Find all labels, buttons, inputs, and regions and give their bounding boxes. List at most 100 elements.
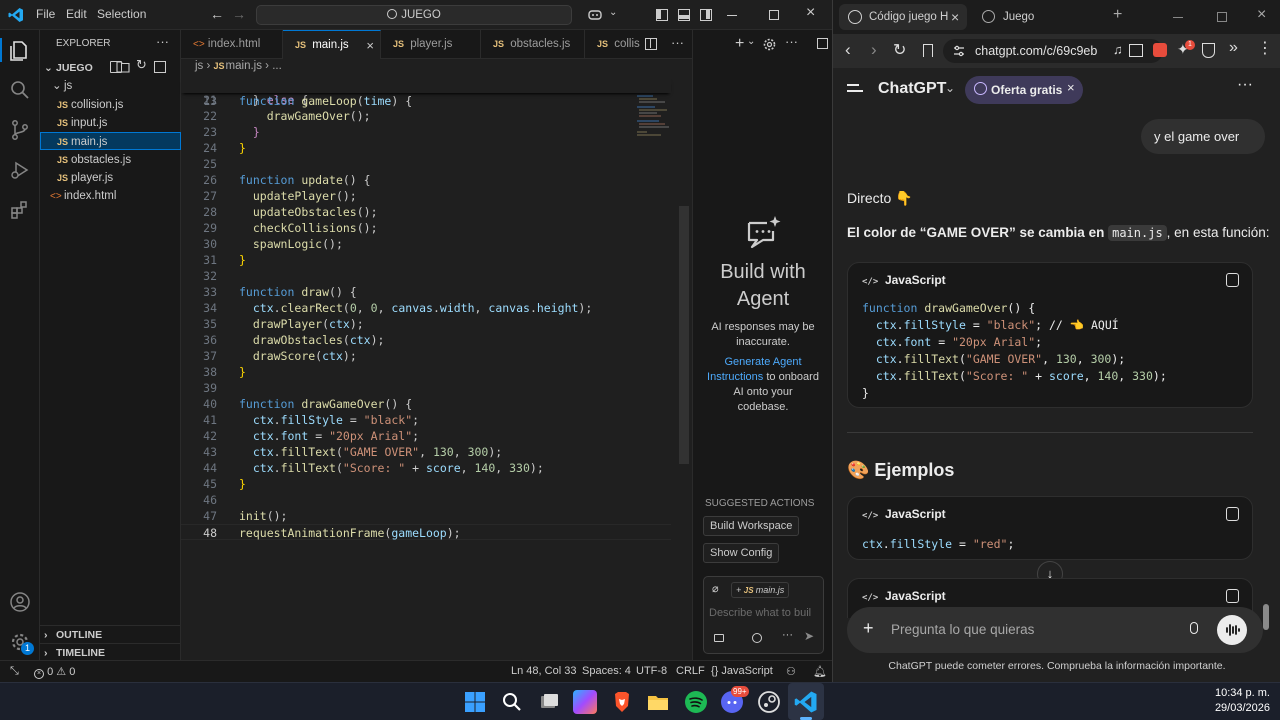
collapse-all-icon[interactable] (154, 61, 166, 73)
copilot-icon[interactable] (588, 8, 602, 22)
taskbar-search-icon[interactable] (500, 690, 524, 714)
language-mode[interactable]: {} JavaScript (711, 665, 773, 677)
maximize-icon[interactable] (769, 10, 779, 20)
windows-start-icon[interactable] (463, 690, 487, 714)
browser-tab-chatgpt[interactable]: Código juego H × (839, 4, 967, 30)
chevron-down-icon[interactable]: ⌄ (747, 36, 755, 47)
search-icon[interactable] (8, 78, 32, 102)
back-icon[interactable]: ‹ (845, 40, 851, 60)
breadcrumb-js[interactable]: js (195, 60, 203, 72)
browser-menu-icon[interactable]: ⋮ (1257, 38, 1273, 58)
forward-arrow-icon[interactable]: → (232, 6, 246, 22)
agent-input[interactable]: Describe what to buil (709, 607, 811, 619)
file-obstacles-js[interactable]: JS obstacles.js (40, 151, 181, 169)
menu-selection[interactable]: Selection (97, 7, 146, 21)
forward-icon[interactable]: › (871, 40, 877, 60)
close-window-icon[interactable]: × (806, 4, 815, 22)
extensions-icon[interactable] (8, 198, 32, 222)
indentation[interactable]: Spaces: 4 (582, 665, 631, 677)
breadcrumb-symbol[interactable]: ... (272, 60, 282, 72)
minimize-icon[interactable] (1173, 17, 1183, 18)
code-editor[interactable]: requestAnimationFrame(gameLoop); 21 } el… (181, 79, 671, 569)
send-icon[interactable]: ➤ (804, 629, 814, 643)
more-actions-icon[interactable]: ··· (156, 34, 169, 49)
timeline-section[interactable]: › TIMELINE (40, 643, 181, 661)
remote-icon[interactable]: ⤡ (10, 665, 19, 678)
show-config-button[interactable]: Show Config (703, 543, 780, 563)
reader-mode-icon[interactable] (1129, 44, 1143, 57)
tab-obstacles-js[interactable]: JS obstacles.js (481, 30, 585, 59)
reload-icon[interactable]: ↻ (893, 40, 906, 60)
sidebar-menu-icon[interactable] (847, 84, 863, 94)
new-folder-icon[interactable] (116, 60, 130, 73)
settings-gear-icon[interactable] (763, 38, 776, 51)
notifications-bell-icon[interactable]: 🔔︎ (813, 665, 827, 678)
file-main-js[interactable]: JS main.js (40, 132, 181, 150)
editor-more-actions-icon[interactable]: ··· (671, 35, 684, 50)
menu-edit[interactable]: Edit (66, 7, 87, 21)
model-switcher[interactable]: ChatGPT (878, 80, 946, 98)
encoding[interactable]: UTF-8 (636, 665, 667, 677)
new-chat-icon[interactable]: + (735, 35, 744, 53)
toggle-panel-icon[interactable] (678, 9, 690, 21)
close-window-icon[interactable]: × (1257, 6, 1266, 24)
brave-browser-icon[interactable] (610, 690, 634, 714)
copilot-status-icon[interactable]: ⚇ (786, 665, 796, 678)
end-of-line[interactable]: CRLF (676, 665, 705, 677)
maximize-icon[interactable] (1217, 12, 1227, 22)
account-icon[interactable] (8, 590, 32, 614)
agent-chat-input-box[interactable]: ⌀ + JS main.js Describe what to buil ··· … (703, 576, 824, 654)
page-scrollbar[interactable] (1263, 604, 1269, 630)
browser-tab-juego[interactable]: Juego (973, 4, 1093, 30)
cursor-position[interactable]: Ln 48, Col 33 (511, 665, 576, 677)
conversation-options-icon[interactable]: ··· (1237, 76, 1253, 94)
file-explorer-icon[interactable] (646, 690, 670, 714)
add-attachment-icon[interactable]: + (863, 618, 874, 639)
prompt-composer[interactable]: + Pregunta lo que quieras (847, 607, 1263, 653)
refresh-icon[interactable]: ↻ (136, 57, 147, 73)
attach-icon[interactable]: ⌀ (712, 582, 719, 595)
explorer-icon[interactable] (8, 39, 32, 63)
copy-code-icon[interactable] (1226, 273, 1239, 287)
file-input-js[interactable]: JS input.js (40, 114, 181, 132)
sticky-scroll-line[interactable]: 13 function gameLoop(time) { (181, 77, 671, 108)
close-offer-icon[interactable]: × (1067, 80, 1075, 95)
chevron-down-icon[interactable]: ⌄ (945, 81, 955, 95)
file-player-js[interactable]: JS player.js (40, 169, 181, 187)
extension-red-icon[interactable] (1153, 43, 1167, 57)
shield-icon[interactable] (1202, 43, 1215, 58)
chevron-down-icon[interactable]: ⌄ (609, 7, 617, 18)
context-chip[interactable]: + JS main.js (731, 582, 790, 598)
minimize-icon[interactable] (727, 15, 737, 16)
toggle-secondary-sidebar-icon[interactable] (700, 9, 712, 21)
clock-date[interactable]: 29/03/2026 (1170, 702, 1270, 714)
problems-status[interactable]: × 0 ⚠ 0 (34, 665, 75, 679)
folder-js[interactable]: ⌄ js (40, 77, 181, 95)
back-arrow-icon[interactable]: ← (210, 6, 224, 22)
tab-index-html[interactable]: <> index.html (181, 30, 283, 59)
editor-scrollbar[interactable] (679, 206, 689, 464)
copy-code-icon[interactable] (1226, 507, 1239, 521)
spotify-icon[interactable] (684, 690, 708, 714)
voice-mode-button[interactable] (1217, 615, 1247, 645)
task-view-icon[interactable] (537, 690, 561, 714)
media-icon[interactable]: ♫ (1113, 42, 1123, 57)
free-offer-chip[interactable]: Oferta gratis × (965, 76, 1083, 104)
build-workspace-button[interactable]: Build Workspace (703, 516, 800, 536)
close-tab-icon[interactable]: × (951, 4, 959, 30)
site-settings-icon[interactable] (953, 45, 965, 57)
tab-collision-js[interactable]: JS collis (585, 30, 645, 59)
copilot-app-icon[interactable] (573, 690, 597, 714)
menu-file[interactable]: File (36, 7, 55, 21)
model-picker-icon[interactable] (752, 633, 762, 643)
steam-icon[interactable] (757, 690, 781, 714)
file-collision-js[interactable]: JS collision.js (40, 96, 181, 114)
agent-mode-icon[interactable] (714, 634, 724, 642)
tab-player-js[interactable]: JS player.js (381, 30, 481, 59)
vscode-taskbar-icon[interactable] (794, 690, 818, 714)
clock-time[interactable]: 10:34 p. m. (1170, 687, 1270, 699)
overflow-chevron-icon[interactable]: » (1229, 39, 1238, 57)
new-tab-icon[interactable]: + (1113, 6, 1122, 24)
microphone-icon[interactable] (1190, 622, 1198, 634)
file-index-html[interactable]: <> index.html (40, 187, 181, 205)
